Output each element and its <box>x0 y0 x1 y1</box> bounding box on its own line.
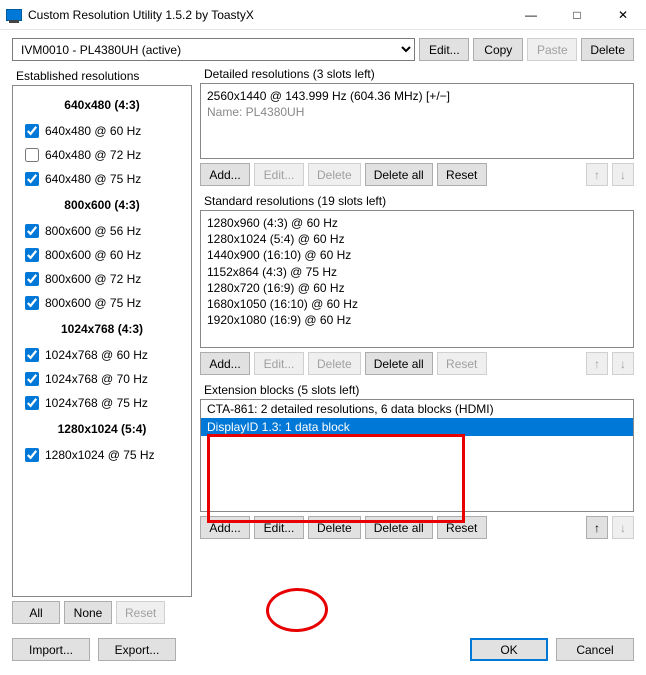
extblocks-down-button[interactable]: ↓ <box>612 516 634 539</box>
established-item[interactable]: 800x600 @ 60 Hz <box>17 244 187 268</box>
established-item-label: 800x600 @ 75 Hz <box>45 296 141 310</box>
standard-reset-button[interactable]: Reset <box>437 352 487 375</box>
established-checkbox[interactable] <box>25 172 39 186</box>
established-item-label: 1280x1024 @ 75 Hz <box>45 448 155 462</box>
established-label: Established resolutions <box>12 65 192 85</box>
standard-label: Standard resolutions (19 slots left) <box>200 192 634 210</box>
detailed-down-button[interactable]: ↓ <box>612 163 634 186</box>
established-checkbox[interactable] <box>25 272 39 286</box>
standard-item[interactable]: 1440x900 (16:10) @ 60 Hz <box>207 247 627 263</box>
standard-item[interactable]: 1280x1024 (5:4) @ 60 Hz <box>207 231 627 247</box>
established-item[interactable]: 1024x768 @ 60 Hz <box>17 344 187 368</box>
maximize-button[interactable]: □ <box>554 0 600 30</box>
established-item[interactable]: 1024x768 @ 70 Hz <box>17 368 187 392</box>
detailed-edit-button[interactable]: Edit... <box>254 163 304 186</box>
established-all-button[interactable]: All <box>12 601 60 624</box>
standard-item[interactable]: 1680x1050 (16:10) @ 60 Hz <box>207 296 627 312</box>
detailed-add-button[interactable]: Add... <box>200 163 250 186</box>
established-item-label: 1024x768 @ 70 Hz <box>45 372 148 386</box>
established-item-label: 640x480 @ 60 Hz <box>45 124 141 138</box>
export-button[interactable]: Export... <box>98 638 176 661</box>
established-heading: 640x480 (4:3) <box>17 92 187 120</box>
cancel-button[interactable]: Cancel <box>556 638 634 661</box>
extblocks-delete-button[interactable]: Delete <box>308 516 361 539</box>
established-checkbox[interactable] <box>25 448 39 462</box>
established-item[interactable]: 800x600 @ 75 Hz <box>17 292 187 316</box>
standard-deleteall-button[interactable]: Delete all <box>365 352 433 375</box>
paste-button[interactable]: Paste <box>527 38 577 61</box>
import-button[interactable]: Import... <box>12 638 90 661</box>
standard-item[interactable]: 1280x960 (4:3) @ 60 Hz <box>207 215 627 231</box>
detailed-item[interactable]: 2560x1440 @ 143.999 Hz (604.36 MHz) [+/−… <box>207 88 627 104</box>
extblock-item[interactable]: CTA-861: 2 detailed resolutions, 6 data … <box>201 400 633 418</box>
detailed-list[interactable]: 2560x1440 @ 143.999 Hz (604.36 MHz) [+/−… <box>200 83 634 159</box>
established-item[interactable]: 1024x768 @ 75 Hz <box>17 392 187 416</box>
display-select[interactable]: IVM0010 - PL4380UH (active) <box>12 38 415 61</box>
copy-button[interactable]: Copy <box>473 38 523 61</box>
extblocks-up-button[interactable]: ↑ <box>586 516 608 539</box>
edit-display-button[interactable]: Edit... <box>419 38 469 61</box>
established-none-button[interactable]: None <box>64 601 112 624</box>
extblock-item[interactable]: DisplayID 1.3: 1 data block <box>201 418 633 436</box>
established-item-label: 1024x768 @ 60 Hz <box>45 348 148 362</box>
established-item[interactable]: 800x600 @ 72 Hz <box>17 268 187 292</box>
titlebar: Custom Resolution Utility 1.5.2 by Toast… <box>0 0 646 30</box>
detailed-name[interactable]: Name: PL4380UH <box>207 104 627 120</box>
established-item[interactable]: 1280x1024 @ 75 Hz <box>17 444 187 468</box>
established-checkbox[interactable] <box>25 248 39 262</box>
standard-list[interactable]: 1280x960 (4:3) @ 60 Hz1280x1024 (5:4) @ … <box>200 210 634 348</box>
standard-item[interactable]: 1280x720 (16:9) @ 60 Hz <box>207 280 627 296</box>
extblocks-label: Extension blocks (5 slots left) <box>200 381 634 399</box>
established-checkbox[interactable] <box>25 224 39 238</box>
established-item-label: 800x600 @ 72 Hz <box>45 272 141 286</box>
extblocks-deleteall-button[interactable]: Delete all <box>365 516 433 539</box>
established-item-label: 640x480 @ 72 Hz <box>45 148 141 162</box>
established-checkbox[interactable] <box>25 348 39 362</box>
established-checkbox[interactable] <box>25 396 39 410</box>
established-item-label: 800x600 @ 60 Hz <box>45 248 141 262</box>
established-item-label: 1024x768 @ 75 Hz <box>45 396 148 410</box>
extblocks-edit-button[interactable]: Edit... <box>254 516 304 539</box>
established-item[interactable]: 640x480 @ 72 Hz <box>17 144 187 168</box>
detailed-reset-button[interactable]: Reset <box>437 163 487 186</box>
ok-button[interactable]: OK <box>470 638 548 661</box>
established-item[interactable]: 800x600 @ 56 Hz <box>17 220 187 244</box>
delete-display-button[interactable]: Delete <box>581 38 634 61</box>
established-item[interactable]: 640x480 @ 60 Hz <box>17 120 187 144</box>
extblocks-reset-button[interactable]: Reset <box>437 516 487 539</box>
minimize-button[interactable]: — <box>508 0 554 30</box>
established-heading: 1024x768 (4:3) <box>17 316 187 344</box>
established-checkbox[interactable] <box>25 296 39 310</box>
detailed-delete-button[interactable]: Delete <box>308 163 361 186</box>
standard-edit-button[interactable]: Edit... <box>254 352 304 375</box>
established-checkbox[interactable] <box>25 148 39 162</box>
established-item-label: 800x600 @ 56 Hz <box>45 224 141 238</box>
detailed-up-button[interactable]: ↑ <box>586 163 608 186</box>
established-item-label: 640x480 @ 75 Hz <box>45 172 141 186</box>
established-checkbox[interactable] <box>25 124 39 138</box>
standard-down-button[interactable]: ↓ <box>612 352 634 375</box>
detailed-label: Detailed resolutions (3 slots left) <box>200 65 634 83</box>
standard-item[interactable]: 1920x1080 (16:9) @ 60 Hz <box>207 312 627 328</box>
standard-add-button[interactable]: Add... <box>200 352 250 375</box>
established-heading: 800x600 (4:3) <box>17 192 187 220</box>
window-title: Custom Resolution Utility 1.5.2 by Toast… <box>28 8 508 22</box>
app-icon <box>6 9 22 21</box>
extblocks-list[interactable]: CTA-861: 2 detailed resolutions, 6 data … <box>200 399 634 512</box>
standard-item[interactable]: 1152x864 (4:3) @ 75 Hz <box>207 264 627 280</box>
extblocks-add-button[interactable]: Add... <box>200 516 250 539</box>
established-heading: 1280x1024 (5:4) <box>17 416 187 444</box>
established-checkbox[interactable] <box>25 372 39 386</box>
close-button[interactable]: ✕ <box>600 0 646 30</box>
standard-delete-button[interactable]: Delete <box>308 352 361 375</box>
established-item[interactable]: 640x480 @ 75 Hz <box>17 168 187 192</box>
standard-up-button[interactable]: ↑ <box>586 352 608 375</box>
established-reset-button[interactable]: Reset <box>116 601 165 624</box>
established-list: 640x480 (4:3) 640x480 @ 60 Hz 640x480 @ 72… <box>12 85 192 597</box>
detailed-deleteall-button[interactable]: Delete all <box>365 163 433 186</box>
